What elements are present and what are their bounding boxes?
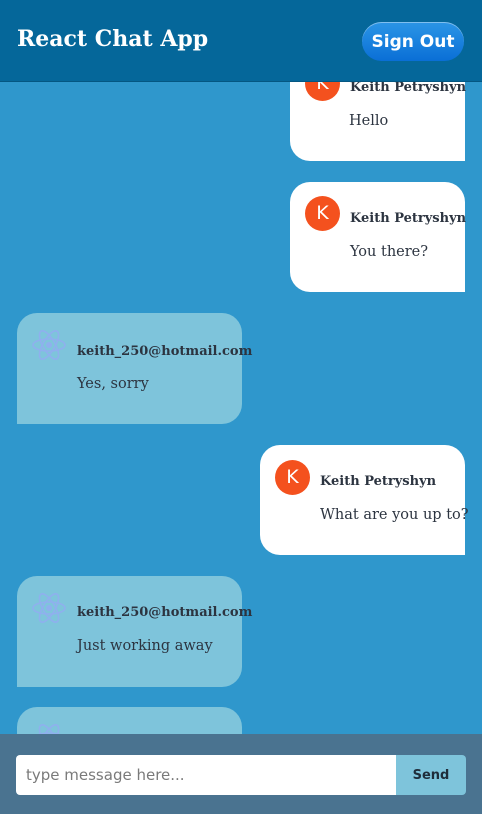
message-text: Yes, sorry: [77, 376, 149, 392]
message-text: You there?: [350, 244, 429, 260]
message-composer: Send: [0, 734, 482, 814]
message-sender: Keith Petryshyn: [320, 474, 437, 489]
react-logo-icon: [32, 593, 66, 623]
message-sender: Keith Petryshyn: [350, 80, 467, 95]
message-text: What are you up to?: [320, 507, 469, 523]
sign-out-button[interactable]: Sign Out: [362, 22, 464, 61]
message-list[interactable]: K Keith Petryshyn Hello K Keith Petryshy…: [0, 0, 482, 734]
react-logo-icon: [37, 724, 61, 734]
send-button[interactable]: Send: [396, 755, 466, 795]
message-received: keith_250@hotmail.com Yes, sorry: [17, 313, 252, 424]
message-text: Just working away: [77, 638, 213, 654]
message-sender: keith_250@hotmail.com: [77, 605, 253, 620]
message-input[interactable]: [16, 755, 396, 795]
chat-app: K Keith Petryshyn Hello K Keith Petryshy…: [0, 0, 482, 814]
message-sent: K Keith Petryshyn You there?: [290, 182, 467, 292]
app-title: React Chat App: [17, 26, 209, 52]
message-sender: keith_250@hotmail.com: [77, 344, 253, 359]
message-received: [17, 707, 242, 734]
react-logo-icon: [32, 330, 66, 360]
user-avatar: K: [305, 196, 340, 231]
message-sent: K Keith Petryshyn What are you up to?: [260, 445, 469, 555]
message-received: keith_250@hotmail.com Just working away: [17, 576, 252, 687]
message-sender: Keith Petryshyn: [350, 211, 467, 226]
message-text: Hello: [349, 113, 389, 129]
app-header: React Chat App Sign Out: [0, 0, 482, 82]
user-avatar: K: [275, 460, 310, 495]
